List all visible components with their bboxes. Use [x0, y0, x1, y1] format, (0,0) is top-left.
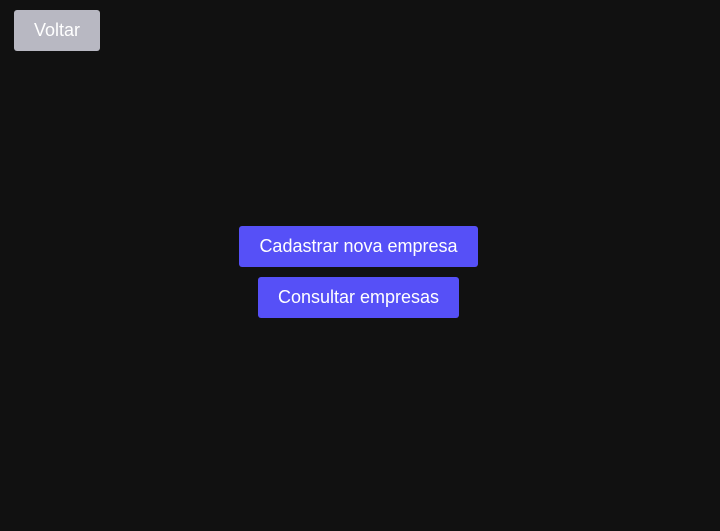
register-company-button[interactable]: Cadastrar nova empresa	[239, 226, 478, 267]
list-companies-button[interactable]: Consultar empresas	[258, 277, 459, 318]
back-button[interactable]: Voltar	[14, 10, 100, 51]
